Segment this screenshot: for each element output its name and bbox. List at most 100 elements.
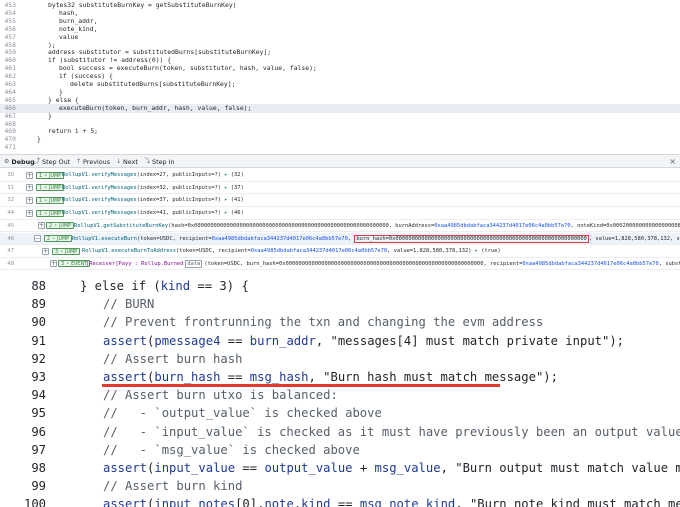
trace-function-name[interactable]: RollupV1.executeBurn — [72, 236, 137, 242]
expand-icon[interactable]: + — [42, 247, 49, 255]
code-identifier: kind — [301, 497, 331, 507]
code-comment: // Assert burn kind — [103, 479, 243, 494]
trace-row[interactable]: 44 +1 ⚬ JUMP RollupV1.verifyMessages(index… — [0, 207, 680, 220]
jump-badge[interactable]: 1 ⚬ JUMP — [36, 209, 65, 217]
address-link[interactable]: 0xaa4985dbdabfaca344237d4017e06c4a0bb57e… — [434, 223, 570, 229]
trace-return-value: (46) — [230, 210, 244, 217]
trace-row[interactable]: 45 +2 ⚬ JUMP RollupV1.getSubstituteBurnKey… — [0, 220, 680, 233]
source-editor-bottom[interactable]: 88} else if (kind == 3) {89// BURN 90// P… — [0, 272, 680, 507]
code-identifier: burn_hash — [154, 370, 221, 384]
code-identifier: input_notes — [154, 497, 236, 507]
trace-function-name[interactable]: RollupV1.verifyMessages — [62, 185, 137, 191]
trace-args: (token=USDC, burn_hash=0x000000000000000… — [204, 260, 523, 267]
previous-button[interactable]: ↑ Previous — [76, 158, 110, 166]
code-identifier: kind — [160, 279, 191, 293]
step-out-button[interactable]: ⤴ Step Out — [34, 158, 70, 166]
trace-args-rest: , substitute — [658, 260, 680, 267]
trace-step-number: 31 — [7, 184, 14, 191]
expand-icon[interactable]: + — [38, 222, 45, 230]
expand-icon[interactable]: + — [50, 260, 57, 268]
code-comment: // BURN — [103, 297, 155, 312]
source-editor-top[interactable]: 453 bytes32 substituteBurnKey = getSubsti… — [0, 0, 680, 152]
trace-args-rest: , value=1,828,580,378,132) — [387, 248, 472, 255]
code-comment: // - `msg_value` is checked above — [103, 442, 360, 457]
jump-badge[interactable]: 3 ⚬ JUMP — [52, 247, 81, 255]
trace-function-name[interactable]: RollupV1.verifyMessages — [62, 210, 137, 216]
highlighted-burn-hash: burn_hash=0x0000000000000000000000000000… — [354, 234, 589, 243]
trace-return-value: (32) — [230, 172, 244, 178]
code-token: , "Burn output must match value message"… — [440, 461, 680, 475]
code-comment: // - `input_value` is checked as it must… — [103, 424, 680, 439]
debug-tab[interactable]: ⚙ Debug — [4, 158, 35, 166]
expand-icon[interactable]: + — [26, 196, 33, 204]
next-button[interactable]: ↓ Next — [116, 158, 138, 166]
trace-row[interactable]: 32 +1 ⚬ JUMP RollupV1.verifyMessages(index… — [0, 194, 680, 207]
jump-badge[interactable]: 1 ⚬ JUMP — [36, 171, 65, 179]
data-badge[interactable]: data — [185, 259, 203, 268]
expand-icon[interactable]: + — [26, 171, 33, 179]
call-trace-panel: 30 +1 ⚬ JUMP RollupV1.verifyMessages(index… — [0, 169, 680, 272]
collapse-icon[interactable]: − — [34, 235, 41, 242]
code-token: } else if ( — [80, 279, 161, 293]
step-in-button[interactable]: ⤵ Step In — [144, 158, 175, 166]
trace-function-name[interactable]: RollupV1.getSubstituteBurnKey — [74, 223, 168, 229]
arrow-up-icon: ↑ — [76, 158, 82, 165]
code-token: == — [235, 461, 265, 475]
code-token: + — [352, 461, 375, 475]
trace-call-text: RollupV1.verifyMessages(index=27, public… — [62, 172, 244, 178]
code-identifier: msg_hash — [249, 370, 309, 384]
code-line[interactable]: 100 assert(input_notes[0].note.kind == ms… — [0, 494, 680, 507]
step-out-icon: ⤴ — [34, 158, 41, 165]
trace-row[interactable]: 31 +1 ⚬ JUMP RollupV1.verifyMessages(index… — [0, 182, 680, 195]
trace-step-number: 32 — [7, 197, 14, 204]
trace-row[interactable]: 46 −2 ⚬ JUMP RollupV1.executeBurn(token=US… — [0, 232, 680, 246]
debug-toolbar: ⚙ Debug ⤴ Step Out ↑ Previous ↓ Next ⤵ S… — [0, 154, 680, 168]
trace-step-number: 45 — [7, 222, 14, 229]
trace-call-text: RollupV1.executeBurn(token=USDC, recipie… — [72, 234, 680, 243]
return-arrow-icon: ▸ — [221, 197, 231, 204]
code-identifier: input_value — [154, 461, 236, 475]
trace-function-name[interactable]: [Receiver]Payy : Rollup.Burned — [86, 261, 183, 267]
address-link[interactable]: 0xaa4985dbdabfaca344237d4017e06c4a0bb57e… — [251, 248, 387, 254]
expand-icon[interactable]: + — [26, 209, 33, 217]
code-line[interactable]: 471 — [0, 143, 680, 152]
code-identifier: msg_note_kind — [359, 497, 456, 507]
close-icon[interactable]: × — [669, 157, 676, 166]
address-link[interactable]: 0xaa4985dbdabfaca344237d4017e06c4a0bb57e… — [212, 236, 348, 242]
code-token: , "Burn note kind must match message") — [455, 497, 680, 507]
code-identifier: output_value — [264, 461, 353, 475]
trace-row[interactable]: 47 +3 ⚬ JUMP RollupV1.executeBurnToAddress… — [0, 245, 680, 258]
trace-call-text: RollupV1.executeBurnToAddress(token=USDC… — [82, 248, 501, 254]
code-identifier: assert — [103, 461, 148, 475]
trace-function-name[interactable]: RollupV1.verifyMessages — [62, 172, 137, 178]
code-comment: // Assert burn utxo is balanced: — [103, 388, 338, 403]
trace-call-text: RollupV1.verifyMessages(index=41, public… — [62, 210, 244, 216]
trace-step-number: 48 — [7, 260, 14, 267]
trace-function-name[interactable]: RollupV1.verifyMessages — [62, 197, 137, 203]
trace-row[interactable]: 48 +3 ⚬ EVENT [Receiver]Payy : Rollup.Burn… — [0, 258, 680, 271]
trace-function-name[interactable]: RollupV1.executeBurnToAddress — [82, 248, 176, 254]
code-comment: // Assert burn hash — [103, 351, 243, 366]
expand-icon[interactable]: + — [26, 184, 33, 192]
arrow-down-icon: ↓ — [116, 158, 122, 165]
code-token: , "Burn hash must match message"); — [308, 370, 558, 384]
trace-args: (index=37, publicInputs=?) — [136, 197, 222, 204]
code-identifier: assert — [103, 333, 148, 348]
return-arrow-icon: ▸ — [221, 210, 231, 217]
step-in-icon: ⤵ — [144, 158, 151, 165]
trace-call-text: RollupV1.verifyMessages(index=32, public… — [62, 185, 244, 191]
trace-args: (index=27, publicInputs=?) — [136, 172, 222, 178]
jump-badge[interactable]: 2 ⚬ JUMP — [44, 235, 73, 242]
trace-args: (token=USDC, recipient= — [176, 248, 251, 255]
trace-return-value: (41) — [230, 197, 244, 204]
address-link[interactable]: 0xaa4985dbdabfaca344237d4017e06c4a0bb57e… — [522, 261, 658, 267]
code-identifier: assert — [103, 497, 148, 507]
trace-row[interactable]: 30 +1 ⚬ JUMP RollupV1.verifyMessages(index… — [0, 169, 680, 182]
trace-args-rest: , noteKind=0x00020000000000000000893c499 — [570, 222, 680, 229]
trace-args: (index=32, publicInputs=?) — [136, 184, 222, 191]
code-comment: // - `output_value` is checked above — [103, 406, 382, 421]
return-arrow-icon: ▸ — [471, 248, 482, 255]
jump-badge[interactable]: 2 ⚬ JUMP — [46, 222, 75, 230]
jump-badge[interactable]: 1 ⚬ JUMP — [36, 184, 65, 192]
jump-badge[interactable]: 1 ⚬ JUMP — [36, 196, 65, 204]
